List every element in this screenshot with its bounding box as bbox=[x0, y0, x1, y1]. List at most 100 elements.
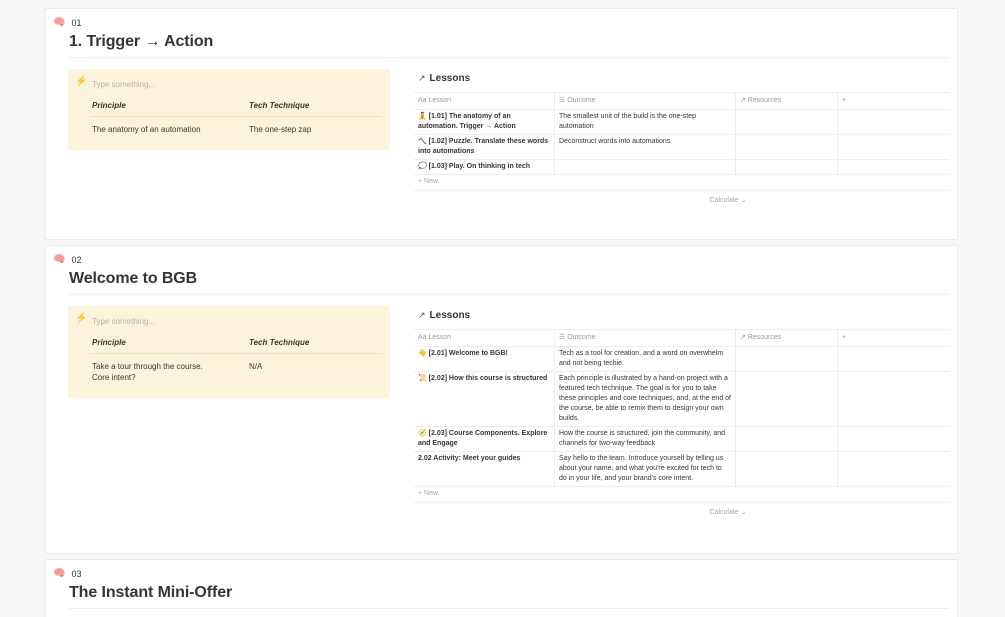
lesson-name[interactable]: [1.02] Puzzle. Translate these words int… bbox=[418, 138, 548, 155]
table-row[interactable]: 🧭 [2.03] Course Components. Explore and … bbox=[414, 427, 950, 452]
lesson-name[interactable]: [2.02] How this course is structured bbox=[429, 375, 548, 382]
resources-cell[interactable] bbox=[736, 452, 838, 486]
callout-placeholder[interactable]: Type something... bbox=[92, 317, 155, 326]
lesson-page-icon: 📜 bbox=[418, 375, 427, 382]
resources-cell[interactable] bbox=[736, 135, 838, 159]
principle-value[interactable]: The anatomy of an automation bbox=[92, 124, 222, 135]
callout-divider bbox=[90, 116, 382, 117]
outcome-cell[interactable]: Say hello to the team. Introduce yoursel… bbox=[555, 452, 736, 486]
column-header-lesson[interactable]: Aa Lesson bbox=[414, 93, 555, 109]
module-01: 🧠 01 1. Trigger → Action ⚡ Type somethin… bbox=[45, 8, 958, 240]
table-row[interactable]: 🧘 [1.01] The anatomy of an automation. T… bbox=[414, 110, 950, 135]
table-row[interactable]: 📜 [2.02] How this course is structured E… bbox=[414, 372, 950, 427]
module-title[interactable]: The Instant Mini-Offer bbox=[69, 584, 232, 602]
table-row[interactable]: 👋 [2.01] Welcome to BGB! Tech as a tool … bbox=[414, 347, 950, 372]
callout-divider bbox=[90, 353, 382, 354]
principle-header: Principle bbox=[92, 338, 126, 347]
module-number: 03 bbox=[71, 569, 82, 579]
module-number: 02 bbox=[71, 255, 82, 265]
lesson-cell[interactable]: 📜 [2.02] How this course is structured bbox=[414, 372, 555, 426]
column-header-lesson[interactable]: Aa Lesson bbox=[414, 330, 555, 346]
technique-value[interactable]: N/A bbox=[249, 361, 262, 372]
module-header: 🧠 02 bbox=[53, 254, 81, 266]
database-title-label: Lessons bbox=[429, 73, 471, 84]
table-row[interactable]: 💭 [1.03] Play. On thinking in tech bbox=[414, 160, 950, 175]
empty-cell bbox=[838, 110, 950, 134]
table-row[interactable]: 🔨 [1.02] Puzzle. Translate these words i… bbox=[414, 135, 950, 160]
resources-cell[interactable] bbox=[736, 110, 838, 134]
outcome-cell[interactable] bbox=[555, 160, 736, 174]
resources-cell[interactable] bbox=[736, 347, 838, 371]
lesson-cell[interactable]: 2.02 Activity: Meet your guides bbox=[414, 452, 555, 486]
empty-cell bbox=[838, 160, 950, 174]
calculate-button[interactable]: Calculate ⌄ bbox=[414, 503, 950, 516]
brain-icon: 🧠 bbox=[53, 568, 66, 579]
lesson-page-icon: 🧭 bbox=[418, 430, 427, 437]
technique-header: Tech Technique bbox=[249, 338, 310, 347]
lightning-icon: ⚡ bbox=[75, 313, 88, 324]
column-header-resources[interactable]: ↗ Resources bbox=[736, 93, 838, 109]
lesson-page-icon: 👋 bbox=[418, 350, 427, 357]
lesson-name[interactable]: [1.01] The anatomy of an automation. Tri… bbox=[418, 113, 516, 130]
lesson-cell[interactable]: 🔨 [1.02] Puzzle. Translate these words i… bbox=[414, 135, 555, 159]
lessons-table: Aa Lesson ☰ Outcome ↗ Resources + 🧘 [1.0… bbox=[414, 92, 950, 204]
divider bbox=[69, 57, 949, 58]
lesson-name[interactable]: [2.03] Course Components. Explore and En… bbox=[418, 430, 547, 447]
resources-cell[interactable] bbox=[736, 427, 838, 451]
calculate-button[interactable]: Calculate ⌄ bbox=[414, 191, 950, 204]
lesson-name[interactable]: 2.02 Activity: Meet your guides bbox=[418, 455, 520, 462]
database-title[interactable]: ↗ Lessons bbox=[418, 310, 470, 321]
module-title[interactable]: 1. Trigger → Action bbox=[69, 33, 213, 51]
new-row-button[interactable]: + New bbox=[414, 175, 950, 191]
callout-block[interactable]: ⚡ Type something... Principle Tech Techn… bbox=[68, 306, 390, 398]
table-row[interactable]: 2.02 Activity: Meet your guides Say hell… bbox=[414, 452, 950, 487]
module-header: 🧠 03 bbox=[53, 568, 81, 580]
column-header-outcome[interactable]: ☰ Outcome bbox=[555, 93, 736, 109]
lesson-name[interactable]: [1.03] Play. On thinking in tech bbox=[429, 163, 530, 170]
add-column-button[interactable]: + bbox=[838, 93, 950, 109]
database-title-label: Lessons bbox=[429, 310, 471, 321]
divider bbox=[69, 608, 949, 609]
resources-cell[interactable] bbox=[736, 160, 838, 174]
database-title[interactable]: ↗ Lessons bbox=[418, 73, 470, 84]
module-02: 🧠 02 Welcome to BGB ⚡ Type something... … bbox=[45, 245, 958, 554]
brain-icon: 🧠 bbox=[53, 17, 66, 28]
empty-cell bbox=[838, 372, 950, 426]
module-03: 🧠 03 The Instant Mini-Offer bbox=[45, 559, 958, 617]
outcome-cell[interactable]: Deconstruct words into automations bbox=[555, 135, 736, 159]
lesson-name[interactable]: [2.01] Welcome to BGB! bbox=[429, 350, 508, 357]
callout-block[interactable]: ⚡ Type something... Principle Tech Techn… bbox=[68, 69, 390, 150]
module-number: 01 bbox=[71, 18, 82, 28]
callout-placeholder[interactable]: Type something... bbox=[92, 80, 155, 89]
brain-icon: 🧠 bbox=[53, 254, 66, 265]
column-header-resources[interactable]: ↗ Resources bbox=[736, 330, 838, 346]
outcome-cell[interactable]: Tech as a tool for creation, and a word … bbox=[555, 347, 736, 371]
empty-cell bbox=[838, 347, 950, 371]
table-header-row: Aa Lesson ☰ Outcome ↗ Resources + bbox=[414, 330, 950, 347]
new-row-button[interactable]: + New bbox=[414, 487, 950, 503]
add-column-button[interactable]: + bbox=[838, 330, 950, 346]
lesson-cell[interactable]: 🧘 [1.01] The anatomy of an automation. T… bbox=[414, 110, 555, 134]
lessons-table: Aa Lesson ☰ Outcome ↗ Resources + 👋 [2.0… bbox=[414, 329, 950, 516]
lesson-page-icon: 🔨 bbox=[418, 138, 427, 145]
outcome-cell[interactable]: How the course is structured, join the c… bbox=[555, 427, 736, 451]
technique-header: Tech Technique bbox=[249, 101, 310, 110]
table-header-row: Aa Lesson ☰ Outcome ↗ Resources + bbox=[414, 93, 950, 110]
empty-cell bbox=[838, 135, 950, 159]
empty-cell bbox=[838, 452, 950, 486]
outcome-cell[interactable]: The smallest unit of the build is the on… bbox=[555, 110, 736, 134]
lesson-cell[interactable]: 👋 [2.01] Welcome to BGB! bbox=[414, 347, 555, 371]
linked-arrow-icon: ↗ bbox=[418, 73, 426, 83]
principle-value[interactable]: Take a tour through the course. Core int… bbox=[92, 361, 222, 383]
lesson-cell[interactable]: 🧭 [2.03] Course Components. Explore and … bbox=[414, 427, 555, 451]
empty-cell bbox=[838, 427, 950, 451]
column-header-outcome[interactable]: ☰ Outcome bbox=[555, 330, 736, 346]
outcome-cell[interactable]: Each principle is illustrated by a hand-… bbox=[555, 372, 736, 426]
resources-cell[interactable] bbox=[736, 372, 838, 426]
lesson-cell[interactable]: 💭 [1.03] Play. On thinking in tech bbox=[414, 160, 555, 174]
lightning-icon: ⚡ bbox=[75, 76, 88, 87]
divider bbox=[69, 294, 949, 295]
principle-header: Principle bbox=[92, 101, 126, 110]
technique-value[interactable]: The one-step zap bbox=[249, 124, 311, 135]
module-title[interactable]: Welcome to BGB bbox=[69, 270, 197, 288]
